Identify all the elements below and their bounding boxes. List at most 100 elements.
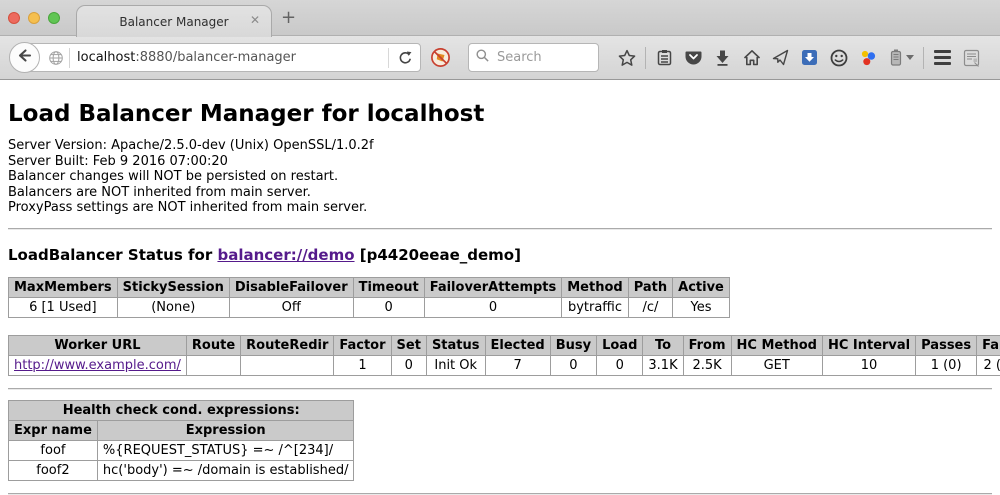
health-check-title: Health check cond. expressions: (9, 400, 354, 420)
cell-maxmembers: 6 [1 Used] (9, 297, 118, 317)
url-host: localhost (77, 50, 135, 65)
cell-status: Init Ok (426, 355, 485, 375)
balancer-demo-link[interactable]: balancer://demo (217, 246, 354, 264)
tab-balancer-manager[interactable]: Balancer Manager ✕ (76, 5, 272, 37)
extension-dots-icon[interactable] (855, 45, 881, 71)
col-status: Status (426, 335, 485, 355)
heading-suffix: [p4420eeae_demo] (355, 246, 521, 264)
table-title-row: Health check cond. expressions: (9, 400, 354, 420)
table-row: foof %{REQUEST_STATUS} =~ /^[234]/ (9, 440, 354, 460)
globe-icon (48, 50, 64, 66)
cell-disablefailover: Off (229, 297, 353, 317)
col-path: Path (628, 277, 672, 297)
cell-routeredir (241, 355, 334, 375)
tab-title: Balancer Manager (119, 15, 228, 29)
col-to: To (643, 335, 683, 355)
navigation-toolbar: localhost:8880/balancer-manager (0, 36, 1000, 80)
feedback-smiley-icon[interactable] (826, 45, 852, 71)
cell-expr-name: foof2 (9, 460, 98, 480)
cell-expression: %{REQUEST_STATUS} =~ /^[234]/ (97, 440, 354, 460)
server-built-line: Server Built: Feb 9 2016 07:00:20 (0, 154, 1000, 170)
cell-from: 2.5K (683, 355, 731, 375)
home-icon[interactable] (739, 45, 765, 71)
col-maxmembers: MaxMembers (9, 277, 118, 297)
worker-table: Worker URL Route RouteRedir Factor Set S… (8, 335, 1000, 376)
search-box[interactable] (468, 43, 599, 72)
col-expr-name: Expr name (9, 420, 98, 440)
table-row: 6 [1 Used] (None) Off 0 0 bytraffic /c/ … (9, 297, 730, 317)
cell-busy: 0 (550, 355, 596, 375)
col-method: Method (562, 277, 628, 297)
col-load: Load (597, 335, 643, 355)
minimize-window-button[interactable] (28, 12, 40, 24)
col-passes: Passes (916, 335, 977, 355)
col-busy: Busy (550, 335, 596, 355)
health-check-table: Health check cond. expressions: Expr nam… (8, 400, 354, 481)
reading-list-icon[interactable] (652, 45, 678, 71)
tab-bar: Balancer Manager ✕ + (0, 0, 1000, 36)
toolbar-buttons (612, 45, 986, 71)
save-box-icon[interactable] (797, 45, 823, 71)
url-bar[interactable]: localhost:8880/balancer-manager (23, 43, 421, 72)
reload-button[interactable] (388, 48, 420, 68)
col-worker-url: Worker URL (9, 335, 187, 355)
page-content: Load Balancer Manager for localhost Serv… (0, 80, 1000, 495)
close-window-button[interactable] (8, 12, 20, 24)
cell-path: /c/ (628, 297, 672, 317)
col-timeout: Timeout (353, 277, 424, 297)
send-tab-icon[interactable] (768, 45, 794, 71)
balancer-inherit-note: Balancers are NOT inherited from main se… (0, 185, 1000, 201)
col-expression: Expression (97, 420, 354, 440)
search-input[interactable] (495, 49, 585, 66)
battery-icon[interactable] (884, 45, 918, 71)
new-tab-button[interactable]: + (281, 7, 296, 28)
col-factor: Factor (334, 335, 391, 355)
cell-elected: 7 (485, 355, 550, 375)
col-stickysession: StickySession (117, 277, 229, 297)
cell-timeout: 0 (353, 297, 424, 317)
flash-block-icon[interactable] (430, 47, 451, 68)
downloads-icon[interactable] (710, 45, 736, 71)
cell-passes: 1 (0) (916, 355, 977, 375)
col-route: Route (186, 335, 240, 355)
server-version-line: Server Version: Apache/2.5.0-dev (Unix) … (0, 138, 1000, 154)
pages-icon[interactable] (959, 45, 985, 71)
cell-expr-name: foof (9, 440, 98, 460)
col-active: Active (673, 277, 730, 297)
cell-failoverattempts: 0 (424, 297, 562, 317)
back-button[interactable] (9, 42, 40, 73)
worker-url-link[interactable]: http://www.example.com/ (14, 358, 181, 373)
heading-prefix: LoadBalancer Status for (8, 246, 217, 264)
table-header-row: Worker URL Route RouteRedir Factor Set S… (9, 335, 1000, 355)
cell-active: Yes (673, 297, 730, 317)
back-icon (16, 47, 33, 68)
url-path: :8880/balancer-manager (135, 50, 296, 65)
col-from: From (683, 335, 731, 355)
window-controls (8, 12, 60, 24)
toolbar-divider (923, 47, 924, 69)
page-title: Load Balancer Manager for localhost (0, 80, 1000, 138)
bookmark-star-icon[interactable] (614, 45, 640, 71)
table-row: http://www.example.com/ 1 0 Init Ok 7 0 … (9, 355, 1000, 375)
col-hc-interval: HC Interval (822, 335, 915, 355)
divider-rule (8, 388, 992, 390)
cell-to: 3.1K (643, 355, 683, 375)
cell-expression: hc('body') =~ /domain is established/ (97, 460, 354, 480)
proxypass-inherit-note: ProxyPass settings are NOT inherited fro… (0, 200, 1000, 216)
cell-worker-url: http://www.example.com/ (9, 355, 187, 375)
chevron-down-icon (906, 55, 914, 60)
cell-factor: 1 (334, 355, 391, 375)
zoom-window-button[interactable] (48, 12, 60, 24)
col-hc-method: HC Method (731, 335, 822, 355)
pocket-icon[interactable] (681, 45, 707, 71)
tab-close-icon[interactable]: ✕ (250, 14, 260, 26)
col-elected: Elected (485, 335, 550, 355)
cell-method: bytraffic (562, 297, 628, 317)
col-fails: Fails (977, 335, 1000, 355)
url-text[interactable]: localhost:8880/balancer-manager (70, 50, 388, 65)
menu-icon[interactable] (930, 45, 956, 71)
col-set: Set (391, 335, 426, 355)
balancer-persist-note: Balancer changes will NOT be persisted o… (0, 169, 1000, 185)
cell-hc-interval: 10 (822, 355, 915, 375)
toolbar-divider (645, 47, 646, 69)
